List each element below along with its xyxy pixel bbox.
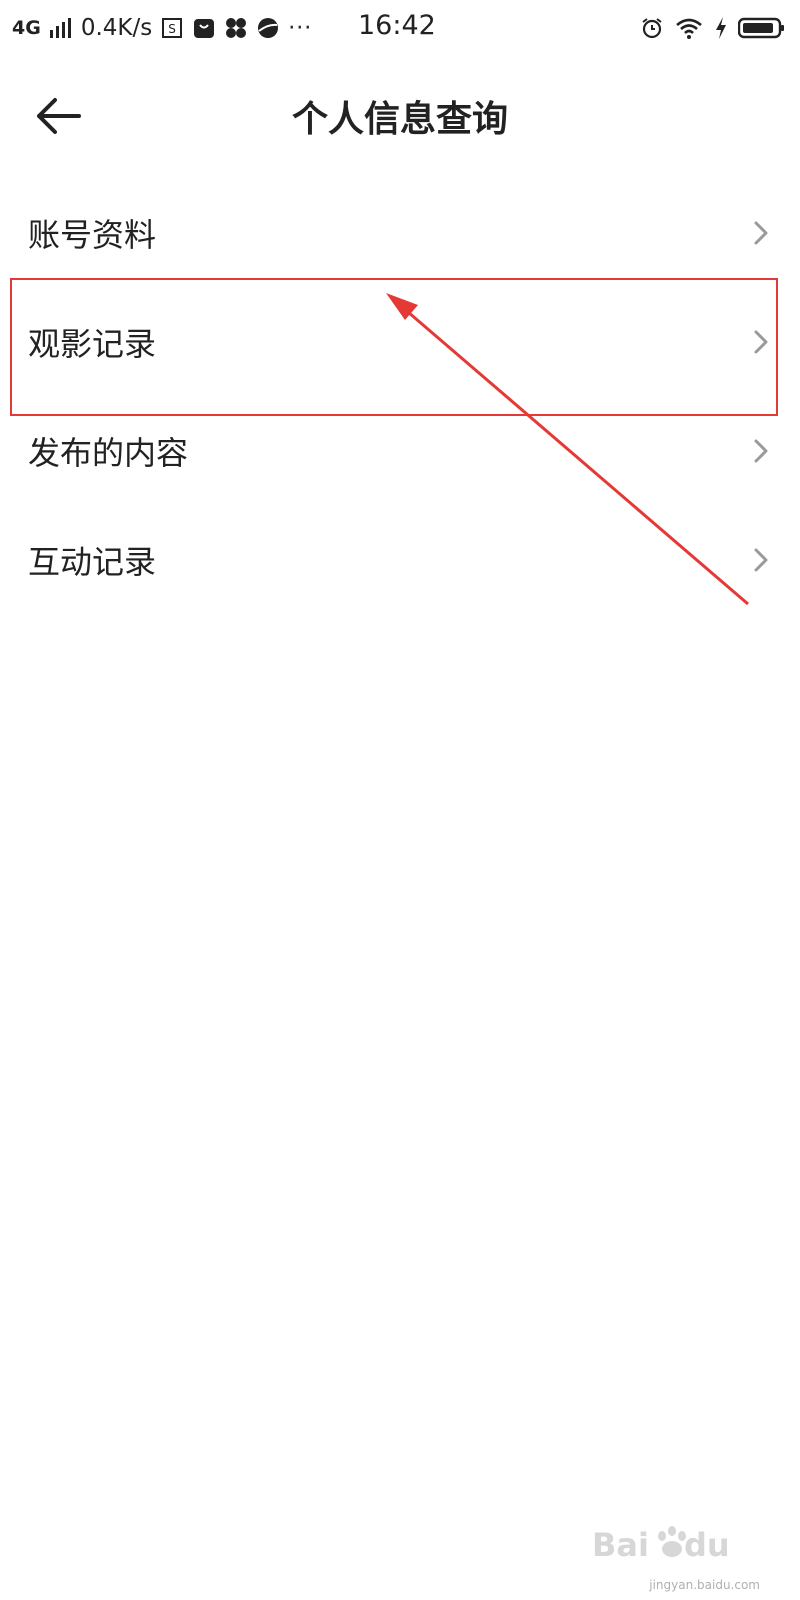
chevron-right-icon	[750, 217, 772, 249]
status-left: 4G 0.4K/s S ···	[12, 12, 312, 44]
svg-text:du: du	[684, 1526, 730, 1564]
menu-item-account-info[interactable]: 账号资料	[0, 178, 800, 287]
pinwheel-icon	[226, 18, 247, 38]
svg-text:S: S	[168, 22, 176, 36]
menu-list: 账号资料 观影记录 发布的内容 互动记录	[0, 178, 800, 614]
signal-icon	[49, 18, 71, 38]
bag-icon	[194, 19, 215, 38]
menu-item-label: 互动记录	[28, 542, 157, 581]
screen: 4G 0.4K/s S ··· 16:42 个人信息查询 账号资料 观影记录 发…	[0, 0, 800, 1600]
menu-item-label: 发布的内容	[28, 433, 189, 472]
page-title: 个人信息查询	[291, 99, 508, 140]
sim-icon: S	[162, 18, 183, 38]
menu-item-label: 观影记录	[28, 324, 157, 363]
menu-item-published-content[interactable]: 发布的内容	[0, 396, 800, 505]
charging-icon	[716, 17, 726, 39]
wifi-icon	[676, 18, 702, 39]
menu-item-viewing-history[interactable]: 观影记录	[0, 287, 800, 396]
network-speed: 0.4K/s	[80, 15, 153, 41]
nav-header: 个人信息查询	[0, 70, 800, 160]
battery-icon	[738, 17, 784, 39]
baidu-jingyan-watermark: Bai du	[592, 1526, 730, 1564]
browser-icon	[258, 18, 279, 38]
chevron-right-icon	[750, 435, 772, 467]
svg-text:Bai: Bai	[592, 1526, 649, 1564]
watermark-url: jingyan.baidu.com	[649, 1578, 760, 1592]
menu-item-label: 账号资料	[28, 215, 157, 254]
more-notifications: ···	[288, 15, 313, 41]
status-bar: 4G 0.4K/s S ··· 16:42	[0, 0, 800, 56]
chevron-right-icon	[750, 326, 772, 358]
menu-item-interaction-history[interactable]: 互动记录	[0, 505, 800, 614]
status-right	[640, 12, 786, 44]
chevron-right-icon	[750, 544, 772, 576]
status-time: 16:42	[358, 10, 436, 41]
network-type: 4G	[12, 17, 41, 39]
alarm-icon	[642, 18, 662, 39]
